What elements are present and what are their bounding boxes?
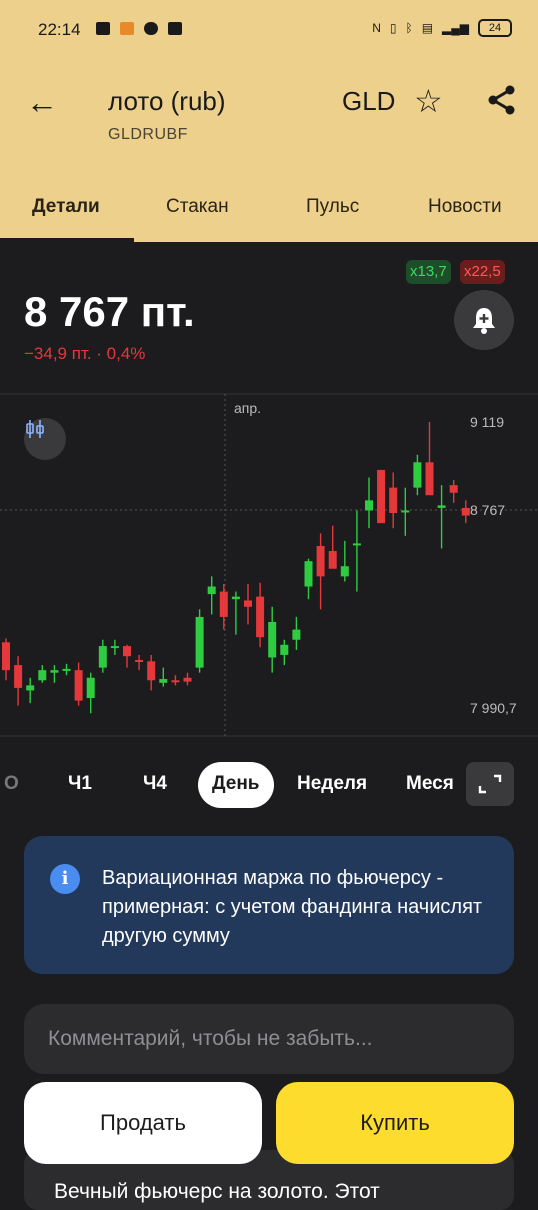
axis-high-label: 9 119 (470, 414, 504, 430)
candle-body (425, 462, 434, 496)
fullscreen-button[interactable] (466, 762, 514, 806)
quote-panel: 8 767 пт. −34,9 пт. · 0,4% x13,7 x22,5 (0, 242, 538, 392)
bluetooth-icon: ᛒ (405, 21, 413, 35)
notification-icons (96, 22, 182, 35)
axis-current-label: 8 767 (470, 502, 506, 518)
calendar-icon (168, 22, 182, 35)
info-icon: i (50, 864, 80, 894)
price-alert-button[interactable] (454, 290, 514, 350)
candle-body (280, 644, 289, 655)
nfc-icon: N (372, 21, 381, 35)
candle-body (62, 668, 71, 671)
candle-body (26, 685, 35, 691)
period-partial[interactable]: О (4, 762, 26, 808)
candle-body (389, 487, 398, 513)
tab-pulse[interactable]: Пульс (306, 192, 359, 242)
description-text: Вечный фьючерс на золото. Этот (54, 1180, 380, 1203)
candle-body (401, 510, 410, 513)
candle-body (340, 566, 349, 577)
system-icons: N ▯ ᛒ ▤ ▂▄▆ 24 (372, 19, 512, 37)
chart-type-button[interactable] (24, 418, 66, 460)
candle-body (14, 665, 23, 688)
candle-body (449, 485, 458, 493)
instrument-header: ← лото (rub) GLD ☆ GLDRUBF Детали Стакан… (0, 62, 538, 242)
leverage-short-badge: x22,5 (460, 260, 505, 284)
candle-body (244, 600, 252, 607)
period-month[interactable]: Меся (406, 762, 456, 808)
candle-body (2, 642, 10, 671)
instrument-ticker: GLDRUBF (108, 126, 188, 143)
candle-body (231, 596, 240, 600)
candle-body (159, 679, 168, 683)
candle-body (365, 500, 373, 511)
candles-icon (26, 420, 44, 438)
leverage-long-badge: x13,7 (406, 260, 451, 284)
tab-order-book[interactable]: Стакан (166, 192, 229, 242)
candle-body (304, 561, 313, 587)
candle-body (377, 469, 386, 524)
instrument-title: лото (rub) (108, 86, 226, 116)
candle-body (147, 661, 156, 681)
price-chart[interactable]: апр. 9 119 8 767 7 990,7 (0, 392, 538, 738)
status-bar: 22:14 N ▯ ᛒ ▤ ▂▄▆ 24 (0, 0, 538, 62)
tab-details[interactable]: Детали (32, 192, 100, 242)
buy-button[interactable]: Купить (276, 1082, 514, 1164)
candle-body (183, 677, 192, 682)
candle-body (316, 545, 325, 577)
cloud-icon (144, 22, 158, 35)
candle-body (86, 677, 95, 699)
axis-low-label: 7 990,7 (470, 700, 517, 716)
period-selector: О Ч1 Ч4 День Неделя Меся (0, 762, 538, 808)
candle-body (292, 629, 301, 640)
instrument-title-scrolled: GLD (342, 86, 396, 116)
shield-notification-icon (96, 22, 110, 35)
candle-body (461, 507, 470, 516)
expand-icon (478, 774, 502, 794)
period-h4[interactable]: Ч4 (143, 762, 167, 808)
vibrate-icon: ▯ (389, 21, 397, 35)
candles-group (2, 422, 470, 714)
candle-body (110, 646, 119, 649)
candle-body (195, 616, 204, 668)
price-change: −34,9 пт. · 0,4% (24, 344, 146, 363)
month-label: апр. (234, 400, 262, 416)
share-icon[interactable] (486, 84, 518, 116)
back-arrow-icon[interactable]: ← (26, 84, 58, 120)
tab-bar: Детали Стакан Пульс Новости (0, 192, 538, 242)
candle-body (135, 660, 144, 663)
period-h1[interactable]: Ч1 (68, 762, 92, 808)
candle-body (74, 670, 83, 701)
candle-body (98, 646, 107, 668)
signal-icon: ▂▄▆ (442, 21, 469, 35)
candle-body (38, 670, 47, 681)
info-text: Вариационная маржа по фьючерсу - примерн… (102, 867, 483, 947)
period-day[interactable]: День (198, 762, 274, 808)
volte-icon: ▤ (421, 21, 434, 35)
candlestick-chart (0, 393, 538, 737)
candle-body (207, 586, 216, 595)
candle-body (268, 621, 277, 658)
period-week[interactable]: Неделя (297, 762, 367, 808)
favorite-star-icon[interactable]: ☆ (414, 82, 443, 120)
sell-button[interactable]: Продать (24, 1082, 262, 1164)
candle-body (219, 591, 228, 617)
comment-input[interactable]: Комментарий, чтобы не забыть... (24, 1004, 514, 1074)
candle-body (123, 646, 131, 657)
candle-body (256, 596, 265, 638)
candle-body (50, 670, 59, 673)
candle-body (413, 462, 422, 488)
heart-notification-icon (120, 22, 134, 35)
bell-plus-icon (473, 308, 495, 334)
status-time: 22:14 (38, 20, 81, 39)
current-price: 8 767 пт. (24, 288, 195, 335)
candle-body (352, 543, 361, 546)
tab-news[interactable]: Новости (428, 192, 502, 242)
info-banner: i Вариационная маржа по фьючерсу - приме… (24, 836, 514, 974)
candle-body (437, 505, 446, 508)
candle-body (328, 551, 337, 569)
candle-body (171, 680, 180, 683)
battery-indicator: 24 (478, 19, 512, 37)
